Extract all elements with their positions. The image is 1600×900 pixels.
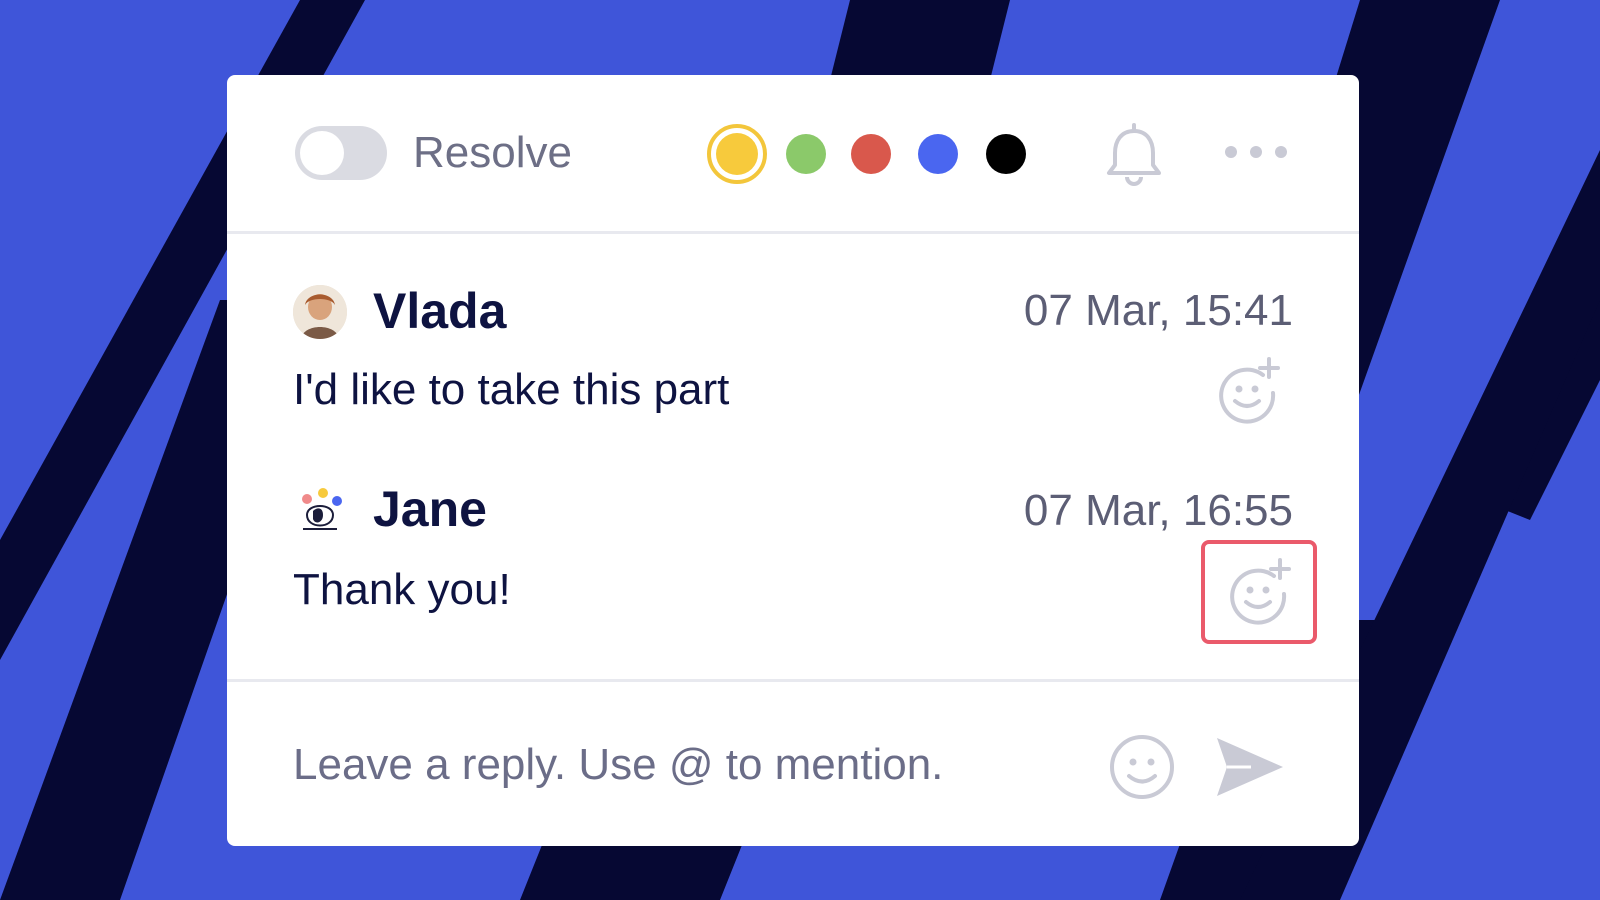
avatar-jane bbox=[293, 485, 347, 539]
resolve-label: Resolve bbox=[413, 128, 572, 177]
comment-toolbar: Resolve bbox=[227, 75, 1359, 234]
color-swatch-red[interactable] bbox=[851, 134, 891, 174]
message-text: I'd like to take this part bbox=[293, 365, 730, 414]
illustration-avatar-icon bbox=[293, 485, 347, 539]
stripe-top-mid bbox=[830, 0, 1010, 80]
message-time: 07 Mar, 15:41 bbox=[1023, 286, 1293, 335]
add-reaction-icon bbox=[1230, 558, 1291, 625]
photo-avatar-icon bbox=[293, 285, 347, 339]
color-swatch-yellow-fill bbox=[716, 133, 758, 175]
resolve-toggle[interactable] bbox=[295, 126, 387, 180]
color-swatch-blue[interactable] bbox=[918, 134, 958, 174]
toggle-knob bbox=[300, 131, 344, 175]
avatar-vlada bbox=[293, 285, 347, 339]
color-swatch-yellow[interactable] bbox=[707, 124, 767, 184]
color-swatch-green[interactable] bbox=[786, 134, 826, 174]
bell-icon[interactable] bbox=[1099, 121, 1169, 191]
more-horizontal-icon[interactable] bbox=[1221, 137, 1291, 167]
smiley-icon[interactable] bbox=[1107, 732, 1177, 802]
add-reaction-icon[interactable] bbox=[1211, 353, 1285, 427]
comment-card: Resolve Vlada 07 Mar, 15:41 I'd like to … bbox=[227, 75, 1359, 846]
color-swatch-black[interactable] bbox=[986, 134, 1026, 174]
send-icon[interactable] bbox=[1211, 732, 1287, 802]
add-reaction-button-highlighted[interactable] bbox=[1201, 540, 1317, 644]
message-time: 07 Mar, 16:55 bbox=[1023, 486, 1293, 535]
message-author: Vlada bbox=[373, 283, 507, 339]
message-author: Jane bbox=[373, 481, 487, 537]
reply-input[interactable]: Leave a reply. Use @ to mention. bbox=[293, 740, 1073, 790]
message-text: Thank you! bbox=[293, 565, 511, 614]
reply-area: Leave a reply. Use @ to mention. bbox=[227, 679, 1359, 849]
